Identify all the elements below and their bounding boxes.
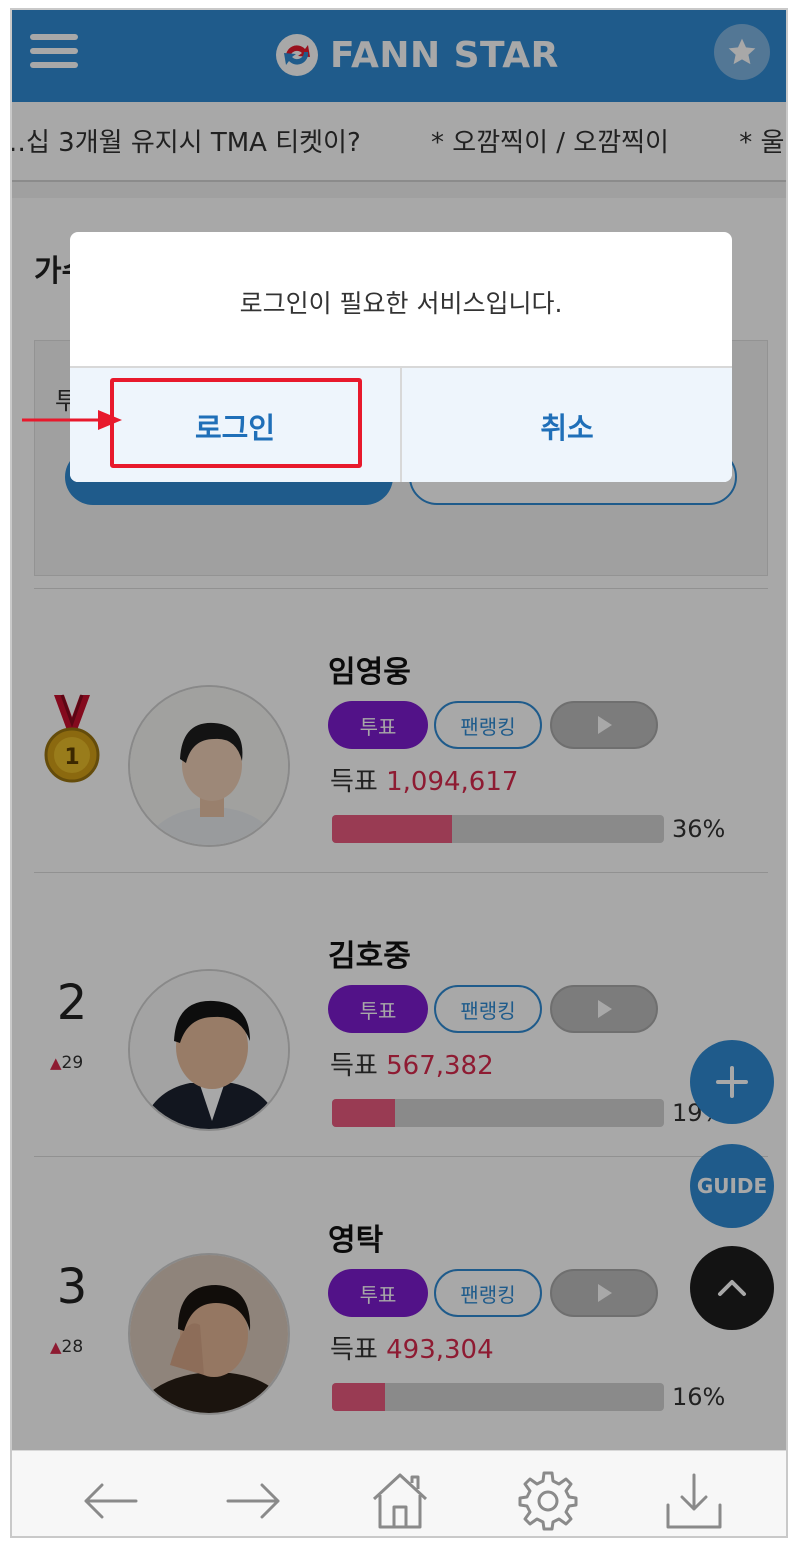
back-arrow-icon[interactable] (78, 1469, 142, 1533)
dialog-actions: 로그인 취소 (70, 366, 732, 482)
download-icon[interactable] (662, 1469, 726, 1533)
pointer-arrow-icon (22, 410, 122, 430)
forward-arrow-icon[interactable] (222, 1469, 286, 1533)
cancel-button[interactable]: 취소 (402, 368, 732, 482)
browser-bottom-bar (12, 1450, 786, 1536)
login-required-dialog: 로그인이 필요한 서비스입니다. 로그인 취소 (70, 232, 732, 482)
home-icon[interactable] (368, 1469, 432, 1533)
dialog-message: 로그인이 필요한 서비스입니다. (239, 289, 563, 318)
settings-gear-icon[interactable] (516, 1469, 580, 1533)
app-frame: FANN STAR …십 3개월 유지시 TMA 티켓이? * 오깜찍이 / 오… (10, 8, 788, 1538)
modal-overlay[interactable] (12, 10, 786, 1450)
